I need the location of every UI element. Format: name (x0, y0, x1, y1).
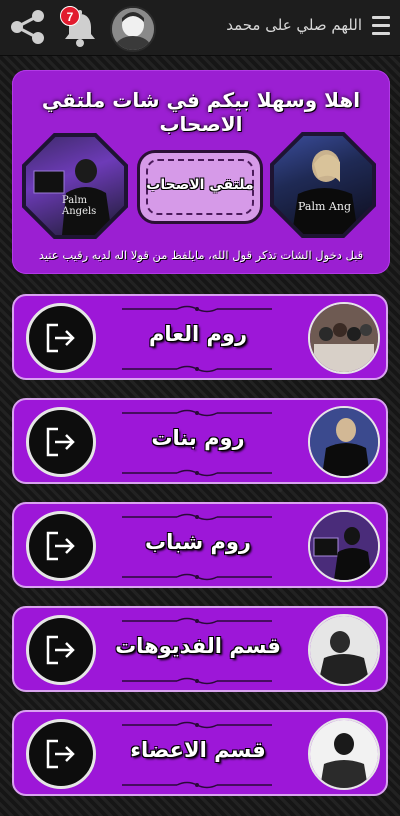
share-icon[interactable] (8, 8, 48, 46)
top-app-bar: 7 اللهم صلي على محمد (0, 0, 400, 56)
ornament-divider (122, 409, 272, 417)
ornament-divider (122, 305, 272, 313)
exit-icon (46, 531, 75, 561)
ornament-divider (122, 617, 272, 625)
ornament-divider (122, 721, 272, 729)
ornament-divider (122, 469, 272, 477)
ornament-divider (122, 365, 272, 373)
ornament-divider (122, 781, 272, 789)
room-label: روم بنات (151, 426, 245, 450)
enter-room-button[interactable] (26, 407, 96, 477)
exit-icon (46, 323, 75, 353)
exit-icon (46, 739, 75, 769)
banner-photo-right: Palm Ang (270, 132, 376, 238)
exit-icon (46, 427, 75, 457)
enter-room-button[interactable] (26, 303, 96, 373)
app-title: اللهم صلي على محمد (226, 16, 362, 34)
room-card-videos[interactable]: قسم الفديوهات (12, 606, 388, 692)
room-label: روم شباب (144, 530, 252, 554)
room-avatar (308, 406, 380, 478)
room-label: قسم الاعضاء (130, 738, 266, 762)
banner-subtitle: قبل دخول الشات تذكر قول الله، مايلفظ من … (38, 248, 364, 262)
room-card-boys[interactable]: روم شباب (12, 502, 388, 588)
notification-badge: 7 (60, 6, 80, 26)
logo-text: ملتقي الاصحاب (146, 177, 254, 193)
welcome-banner: اهلا وسهلا بيكم في شات ملتقي الاصحاب Pal… (12, 70, 390, 274)
room-avatar (308, 510, 380, 582)
profile-avatar[interactable] (110, 6, 156, 52)
notifications-button[interactable]: 7 (58, 6, 102, 48)
room-avatar (308, 614, 380, 686)
banner-title: اهلا وسهلا بيكم في شات ملتقي الاصحاب (41, 88, 361, 136)
room-card-girls[interactable]: روم بنات (12, 398, 388, 484)
menu-icon[interactable] (372, 16, 390, 38)
enter-room-button[interactable] (26, 511, 96, 581)
ornament-divider (122, 677, 272, 685)
ornament-divider (122, 513, 272, 521)
room-label: روم العام (148, 322, 248, 346)
enter-room-button[interactable] (26, 719, 96, 789)
room-avatar (308, 718, 380, 790)
banner-photo-left: Palm Angels (22, 133, 128, 239)
logo-badge: ملتقي الاصحاب (137, 150, 263, 224)
room-card-members[interactable]: قسم الاعضاء (12, 710, 388, 796)
exit-icon (46, 635, 75, 665)
ornament-divider (122, 573, 272, 581)
room-card-general[interactable]: روم العام (12, 294, 388, 380)
chat-app-screen: 7 اللهم صلي على محمد اهلا وسهلا بيكم في … (0, 0, 400, 816)
room-avatar (308, 302, 380, 374)
enter-room-button[interactable] (26, 615, 96, 685)
banner-photo-right-text: Palm Ang (298, 200, 351, 213)
banner-photo-left-text: Palm Angels (62, 195, 97, 217)
room-label: قسم الفديوهات (115, 634, 281, 658)
